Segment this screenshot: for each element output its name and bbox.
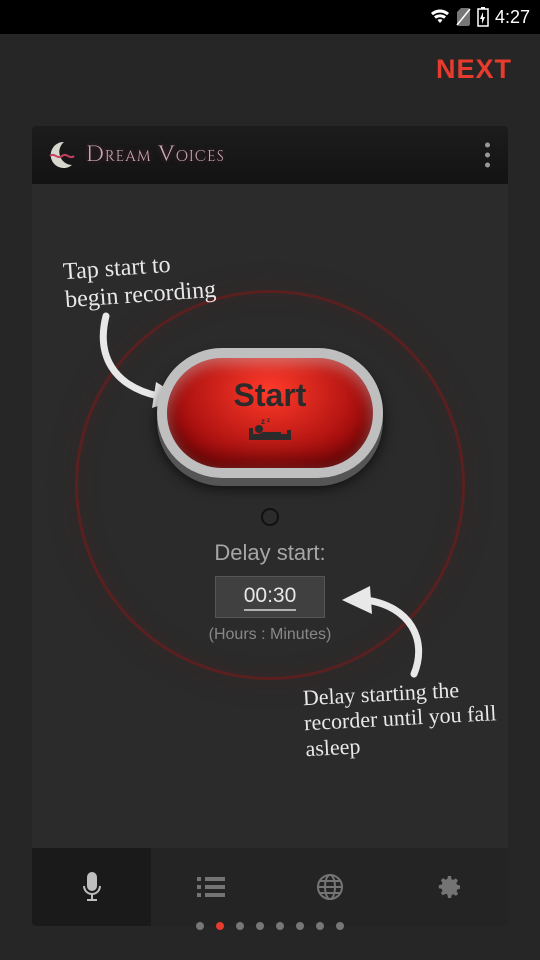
page-dot bbox=[196, 922, 204, 930]
globe-icon bbox=[316, 873, 344, 901]
arrow-icon bbox=[336, 586, 436, 681]
app-header: Dream Voices bbox=[32, 126, 508, 184]
list-icon bbox=[197, 875, 225, 899]
onboarding-screen: NEXT Dream Voices Tap start to begin rec… bbox=[0, 34, 540, 960]
delay-format-hint: (Hours : Minutes) bbox=[32, 626, 508, 644]
moon-icon bbox=[44, 138, 78, 172]
start-button[interactable]: Start z z bbox=[157, 348, 383, 478]
app-preview-card: Dream Voices Tap start to begin recordin… bbox=[32, 126, 508, 926]
page-dot bbox=[316, 922, 324, 930]
wifi-icon bbox=[430, 9, 450, 25]
hint-start-text: Tap start to begin recording bbox=[62, 249, 217, 315]
app-logo: Dream Voices bbox=[44, 138, 225, 172]
battery-charging-icon bbox=[477, 7, 489, 27]
next-button[interactable]: NEXT bbox=[436, 54, 512, 85]
overflow-menu-icon[interactable] bbox=[485, 143, 490, 168]
page-dot bbox=[276, 922, 284, 930]
status-bar: 4:27 bbox=[0, 0, 540, 34]
nav-list[interactable] bbox=[151, 848, 270, 926]
delay-start-label: Delay start: bbox=[32, 540, 508, 566]
start-button-label: Start bbox=[234, 377, 307, 414]
app-title: Dream Voices bbox=[86, 141, 225, 170]
nav-settings[interactable] bbox=[389, 848, 508, 926]
microphone-icon bbox=[80, 871, 104, 903]
nav-web[interactable] bbox=[270, 848, 389, 926]
hint-delay-text: Delay starting the recorder until you fa… bbox=[302, 675, 506, 761]
main-content: Tap start to begin recording Start z z bbox=[32, 184, 508, 824]
nav-record[interactable] bbox=[32, 848, 151, 926]
no-sim-icon bbox=[456, 8, 471, 26]
page-indicator bbox=[0, 922, 540, 930]
page-dot bbox=[336, 922, 344, 930]
page-dot bbox=[236, 922, 244, 930]
page-dot bbox=[256, 922, 264, 930]
page-dot bbox=[296, 922, 304, 930]
sleep-icon: z z bbox=[247, 416, 293, 449]
clock: 4:27 bbox=[495, 7, 530, 28]
gear-icon bbox=[435, 873, 463, 901]
bottom-nav bbox=[32, 848, 508, 926]
delay-start-input[interactable]: 00:30 bbox=[215, 576, 325, 618]
page-dot bbox=[216, 922, 224, 930]
svg-text:z: z bbox=[261, 417, 265, 426]
delay-start-value: 00:30 bbox=[244, 584, 297, 611]
svg-text:z: z bbox=[267, 418, 270, 424]
loading-indicator bbox=[261, 508, 279, 526]
